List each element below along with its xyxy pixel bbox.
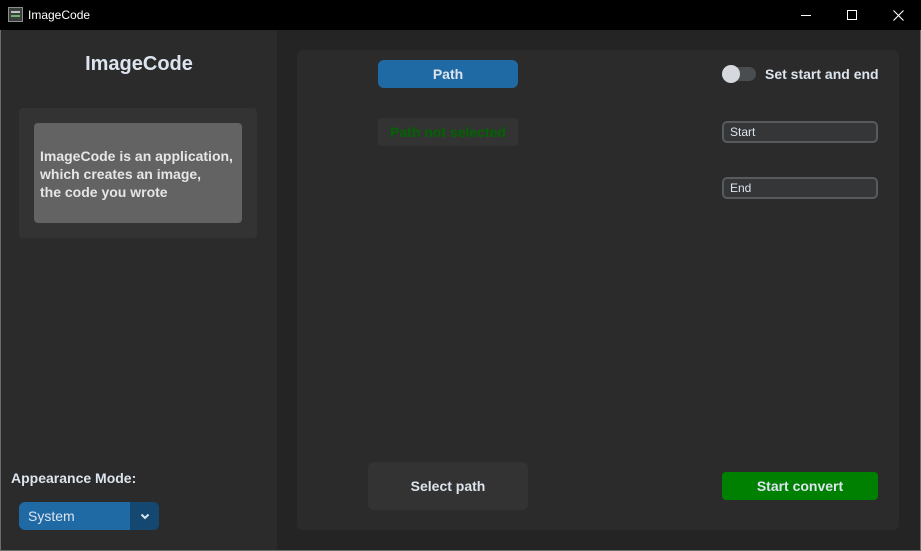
info-line: the code you wrote [40,184,168,200]
close-button[interactable] [875,0,921,30]
path-button[interactable]: Path [378,60,518,88]
appearance-mode-select[interactable]: System [19,502,159,530]
window-title: ImageCode [28,8,91,22]
select-path-button[interactable]: Select path [368,462,528,510]
dropdown-arrow[interactable] [130,502,159,530]
maximize-icon [847,10,857,20]
info-line: ImageCode is an application, [40,148,233,164]
end-input[interactable]: End [722,177,878,199]
switch-knob[interactable] [722,65,740,83]
start-convert-button[interactable]: Start convert [722,472,878,500]
info-line: which creates an image, [40,166,202,182]
minimize-icon [801,14,811,16]
sidebar-title: ImageCode [85,53,193,75]
info-textbox: ImageCode is an application, which creat… [34,123,242,223]
main-panel: Path Path not selected Set start and end… [297,50,899,530]
start-end-switch[interactable] [722,65,756,83]
path-status-label: Path not selected [378,118,518,146]
minimize-button[interactable] [783,0,829,30]
start-input[interactable]: Start [722,121,878,143]
switch-label[interactable]: Set start and end [765,66,879,82]
sidebar: ImageCode ImageCode is an application, w… [1,30,277,550]
chevron-down-icon [140,513,149,519]
info-frame: ImageCode is an application, which creat… [19,108,257,238]
appearance-mode-value: System [28,508,75,524]
title-bar: ImageCode [0,0,921,30]
maximize-button[interactable] [829,0,875,30]
app-icon [8,7,23,22]
close-icon [892,9,904,21]
appearance-mode-label: Appearance Mode: [11,470,137,486]
